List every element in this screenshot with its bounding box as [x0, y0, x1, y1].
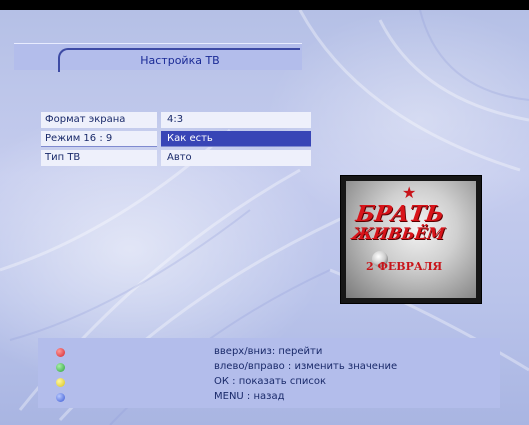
menu-row-tv-type[interactable]: Тип ТВ Авто: [41, 150, 311, 166]
tv-screen: Настройка ТВ Формат экрана 4:3 Режим 16 …: [0, 10, 529, 425]
page-title: Настройка ТВ: [58, 48, 300, 72]
help-show-list: ОК : показать список: [214, 376, 327, 387]
blue-button-icon: [56, 393, 65, 402]
menu-row-value[interactable]: 4:3: [161, 112, 311, 128]
help-panel: вверх/вниз: перейти влево/вправо : измен…: [38, 338, 500, 408]
menu-row-mode-16-9[interactable]: Режим 16 : 9 Как есть: [41, 131, 311, 147]
preview-title-line1: БРАТЬ: [354, 201, 446, 227]
help-navigate: вверх/вниз: перейти: [214, 346, 323, 357]
menu-row-label: Тип ТВ: [41, 150, 157, 166]
help-change-value: влево/вправо : изменить значение: [214, 361, 398, 372]
star-icon: ★: [402, 183, 417, 202]
preview-date: 2 ФЕВРАЛЯ: [366, 260, 443, 273]
preview-title-line2: ЖИВЬЁМ: [350, 224, 447, 243]
yellow-button-icon: [56, 378, 65, 387]
help-back: MENU : назад: [214, 391, 285, 402]
green-button-icon: [56, 363, 65, 372]
menu-row-label: Формат экрана: [41, 112, 157, 128]
video-preview: ★ БРАТЬ ЖИВЬЁМ 2 ФЕВРАЛЯ: [340, 175, 482, 304]
settings-menu: Формат экрана 4:3 Режим 16 : 9 Как есть …: [41, 112, 311, 169]
menu-row-value[interactable]: Авто: [161, 150, 311, 166]
menu-row-label: Режим 16 : 9: [41, 131, 157, 147]
menu-row-screen-format[interactable]: Формат экрана 4:3: [41, 112, 311, 128]
preview-image: ★ БРАТЬ ЖИВЬЁМ 2 ФЕВРАЛЯ: [346, 181, 476, 298]
menu-row-value-selected[interactable]: Как есть: [161, 131, 311, 147]
red-button-icon: [56, 348, 65, 357]
